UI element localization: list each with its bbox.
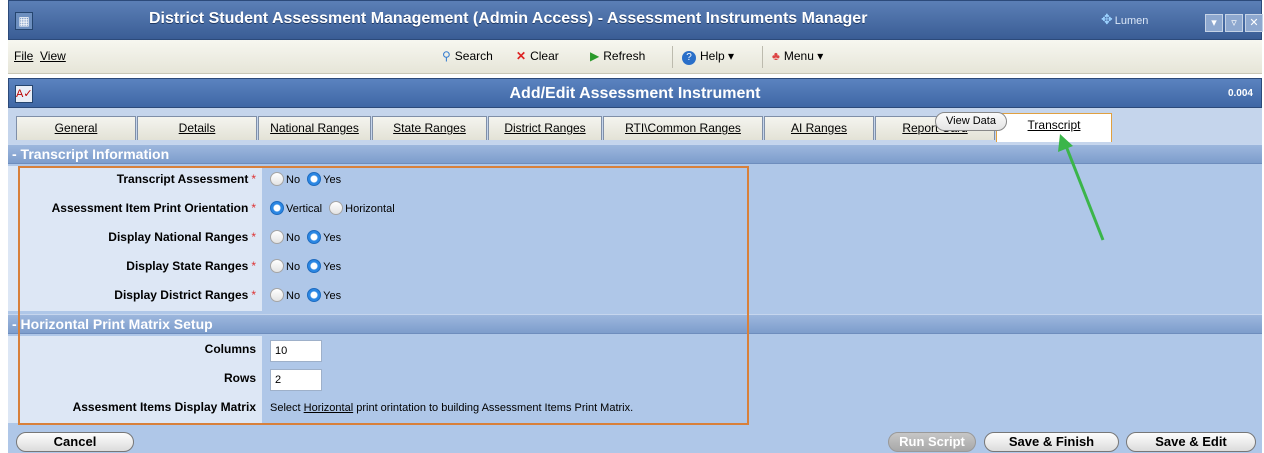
- minimize-icon[interactable]: ▾: [1205, 14, 1223, 32]
- clear-icon: ✕: [516, 49, 527, 63]
- window-titlebar: ▦ District Student Assessment Management…: [8, 0, 1263, 40]
- save-edit-button[interactable]: Save & Edit: [1126, 432, 1256, 452]
- lumen-logo-icon: ✥: [1101, 11, 1113, 27]
- menu-button[interactable]: ♣ Menu ▾: [772, 49, 823, 63]
- search-icon: ⚲: [442, 49, 451, 63]
- run-script-button[interactable]: Run Script: [888, 432, 976, 452]
- cancel-button[interactable]: Cancel: [16, 432, 134, 452]
- search-button[interactable]: ⚲ Search: [442, 49, 493, 63]
- menu-file[interactable]: File: [14, 49, 33, 63]
- app-icon: ▦: [15, 12, 33, 30]
- close-icon[interactable]: ✕: [1245, 14, 1263, 32]
- menu-icon: ♣: [772, 49, 780, 63]
- window-title: District Student Assessment Management (…: [149, 10, 868, 27]
- tab-national-ranges[interactable]: National Ranges: [258, 116, 371, 140]
- form-header: A✓ Add/Edit Assessment Instrument 0.004: [8, 78, 1262, 108]
- tab-rti-common-ranges[interactable]: RTI\Common Ranges: [603, 116, 763, 140]
- save-finish-button[interactable]: Save & Finish: [984, 432, 1119, 452]
- version-label: 0.004: [1227, 88, 1253, 99]
- menu-view[interactable]: View: [40, 49, 66, 63]
- tab-transcript[interactable]: Transcript: [996, 113, 1112, 142]
- view-data-tooltip[interactable]: View Data: [935, 112, 1007, 131]
- form-title: Add/Edit Assessment Instrument: [509, 85, 761, 102]
- toolbar-divider: [672, 46, 673, 68]
- tab-state-ranges[interactable]: State Ranges: [372, 116, 487, 140]
- clear-button[interactable]: ✕ Clear: [516, 49, 559, 63]
- tab-details[interactable]: Details: [137, 116, 257, 140]
- tab-strip: General Details National Ranges State Ra…: [8, 108, 1262, 144]
- tab-ai-ranges[interactable]: AI Ranges: [764, 116, 874, 140]
- tab-district-ranges[interactable]: District Ranges: [488, 116, 602, 140]
- refresh-icon: ▶: [590, 49, 600, 63]
- help-button[interactable]: ? Help ▾: [682, 49, 734, 65]
- menubar: File View ⚲ Search ✕ Clear ▶ Refresh ? Help …: [8, 40, 1262, 74]
- annotation-highlight-box: [18, 166, 749, 425]
- restore-icon[interactable]: ▿: [1225, 14, 1243, 32]
- help-icon: ?: [682, 51, 696, 65]
- toolbar-divider: [762, 46, 763, 68]
- lumen-logo: ✥ Lumen: [1101, 11, 1148, 28]
- transcript-section-header[interactable]: - Transcript Information: [8, 144, 1262, 164]
- logo-text: Lumen: [1114, 15, 1149, 27]
- bottom-bar: Cancel Run Script Save & Finish Save & E…: [8, 428, 1262, 453]
- refresh-button[interactable]: ▶ Refresh: [590, 49, 645, 63]
- tab-general[interactable]: General: [16, 116, 136, 140]
